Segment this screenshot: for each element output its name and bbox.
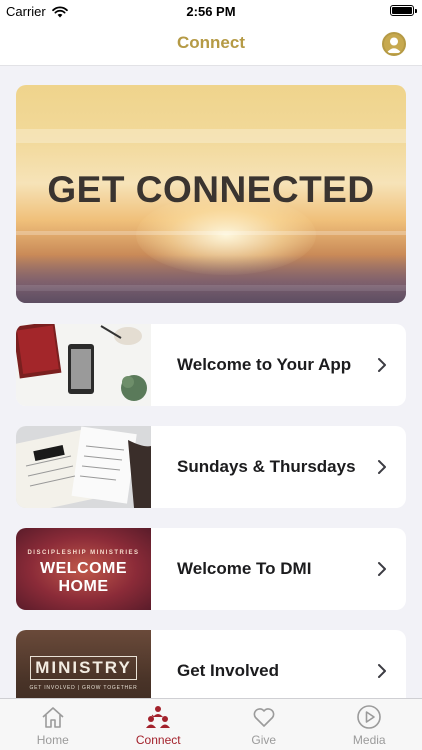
navigation-bar: Connect [0,22,422,66]
thumb-main-text: MINISTRY [30,656,137,680]
chevron-right-icon [378,358,386,372]
ministry-thumbnail: MINISTRY GET INVOLVED | GROW TOGETHER [16,630,151,698]
card-welcome-to-your-app[interactable]: Welcome to Your App [16,324,406,406]
thumb-sub-text: GET INVOLVED | GROW TOGETHER [29,685,138,691]
tab-give[interactable]: Give [211,699,317,750]
play-icon [357,705,382,729]
heart-icon [253,708,275,727]
tab-bar: Home Connect Give Media [0,698,422,750]
tab-connect[interactable]: Connect [106,699,212,750]
people-icon [146,706,171,728]
chevron-right-icon [378,664,386,678]
page-title: Connect [177,33,245,52]
hero-title: GET CONNECTED [47,169,375,210]
profile-button[interactable] [382,32,406,56]
status-time: 2:56 PM [186,4,236,19]
user-icon [386,37,402,53]
tab-label: Home [36,733,69,747]
chevron-right-icon [378,562,386,576]
card-label: Get Involved [177,661,280,680]
tab-label: Connect [135,733,181,747]
card-get-involved[interactable]: MINISTRY GET INVOLVED | GROW TOGETHER Ge… [16,630,406,698]
thumb-top-text: DISCIPLESHIP MINISTRIES [27,550,140,556]
tab-home[interactable]: Home [0,699,106,750]
battery-icon [390,5,417,16]
status-bar: Carrier 2:56 PM [0,0,422,22]
chevron-right-icon [378,460,386,474]
card-sundays-thursdays[interactable]: Sundays & Thursdays [16,426,406,508]
card-label: Welcome To DMI [177,559,312,578]
card-welcome-to-dmi[interactable]: DISCIPLESHIP MINISTRIES WELCOME HOME Wel… [16,528,406,610]
hero-band [16,129,406,143]
welcome-home-thumbnail: DISCIPLESHIP MINISTRIES WELCOME HOME [16,528,151,610]
hero-hills [16,255,406,303]
tab-label: Media [352,733,386,747]
tab-label: Give [251,733,277,747]
notebook-thumbnail [16,426,151,508]
card-label: Sundays & Thursdays [177,457,356,476]
card-label: Welcome to Your App [177,355,352,374]
content-scroll[interactable]: GET CONNECTED Welcome to Your App Sunday… [0,67,422,698]
thumb-main-text: WELCOME HOME [39,560,128,595]
tab-media[interactable]: Media [317,699,422,750]
desk-phone-thumbnail [16,324,151,406]
hero-band [16,231,406,235]
home-icon [42,707,64,728]
hero-banner[interactable]: GET CONNECTED [16,85,406,303]
